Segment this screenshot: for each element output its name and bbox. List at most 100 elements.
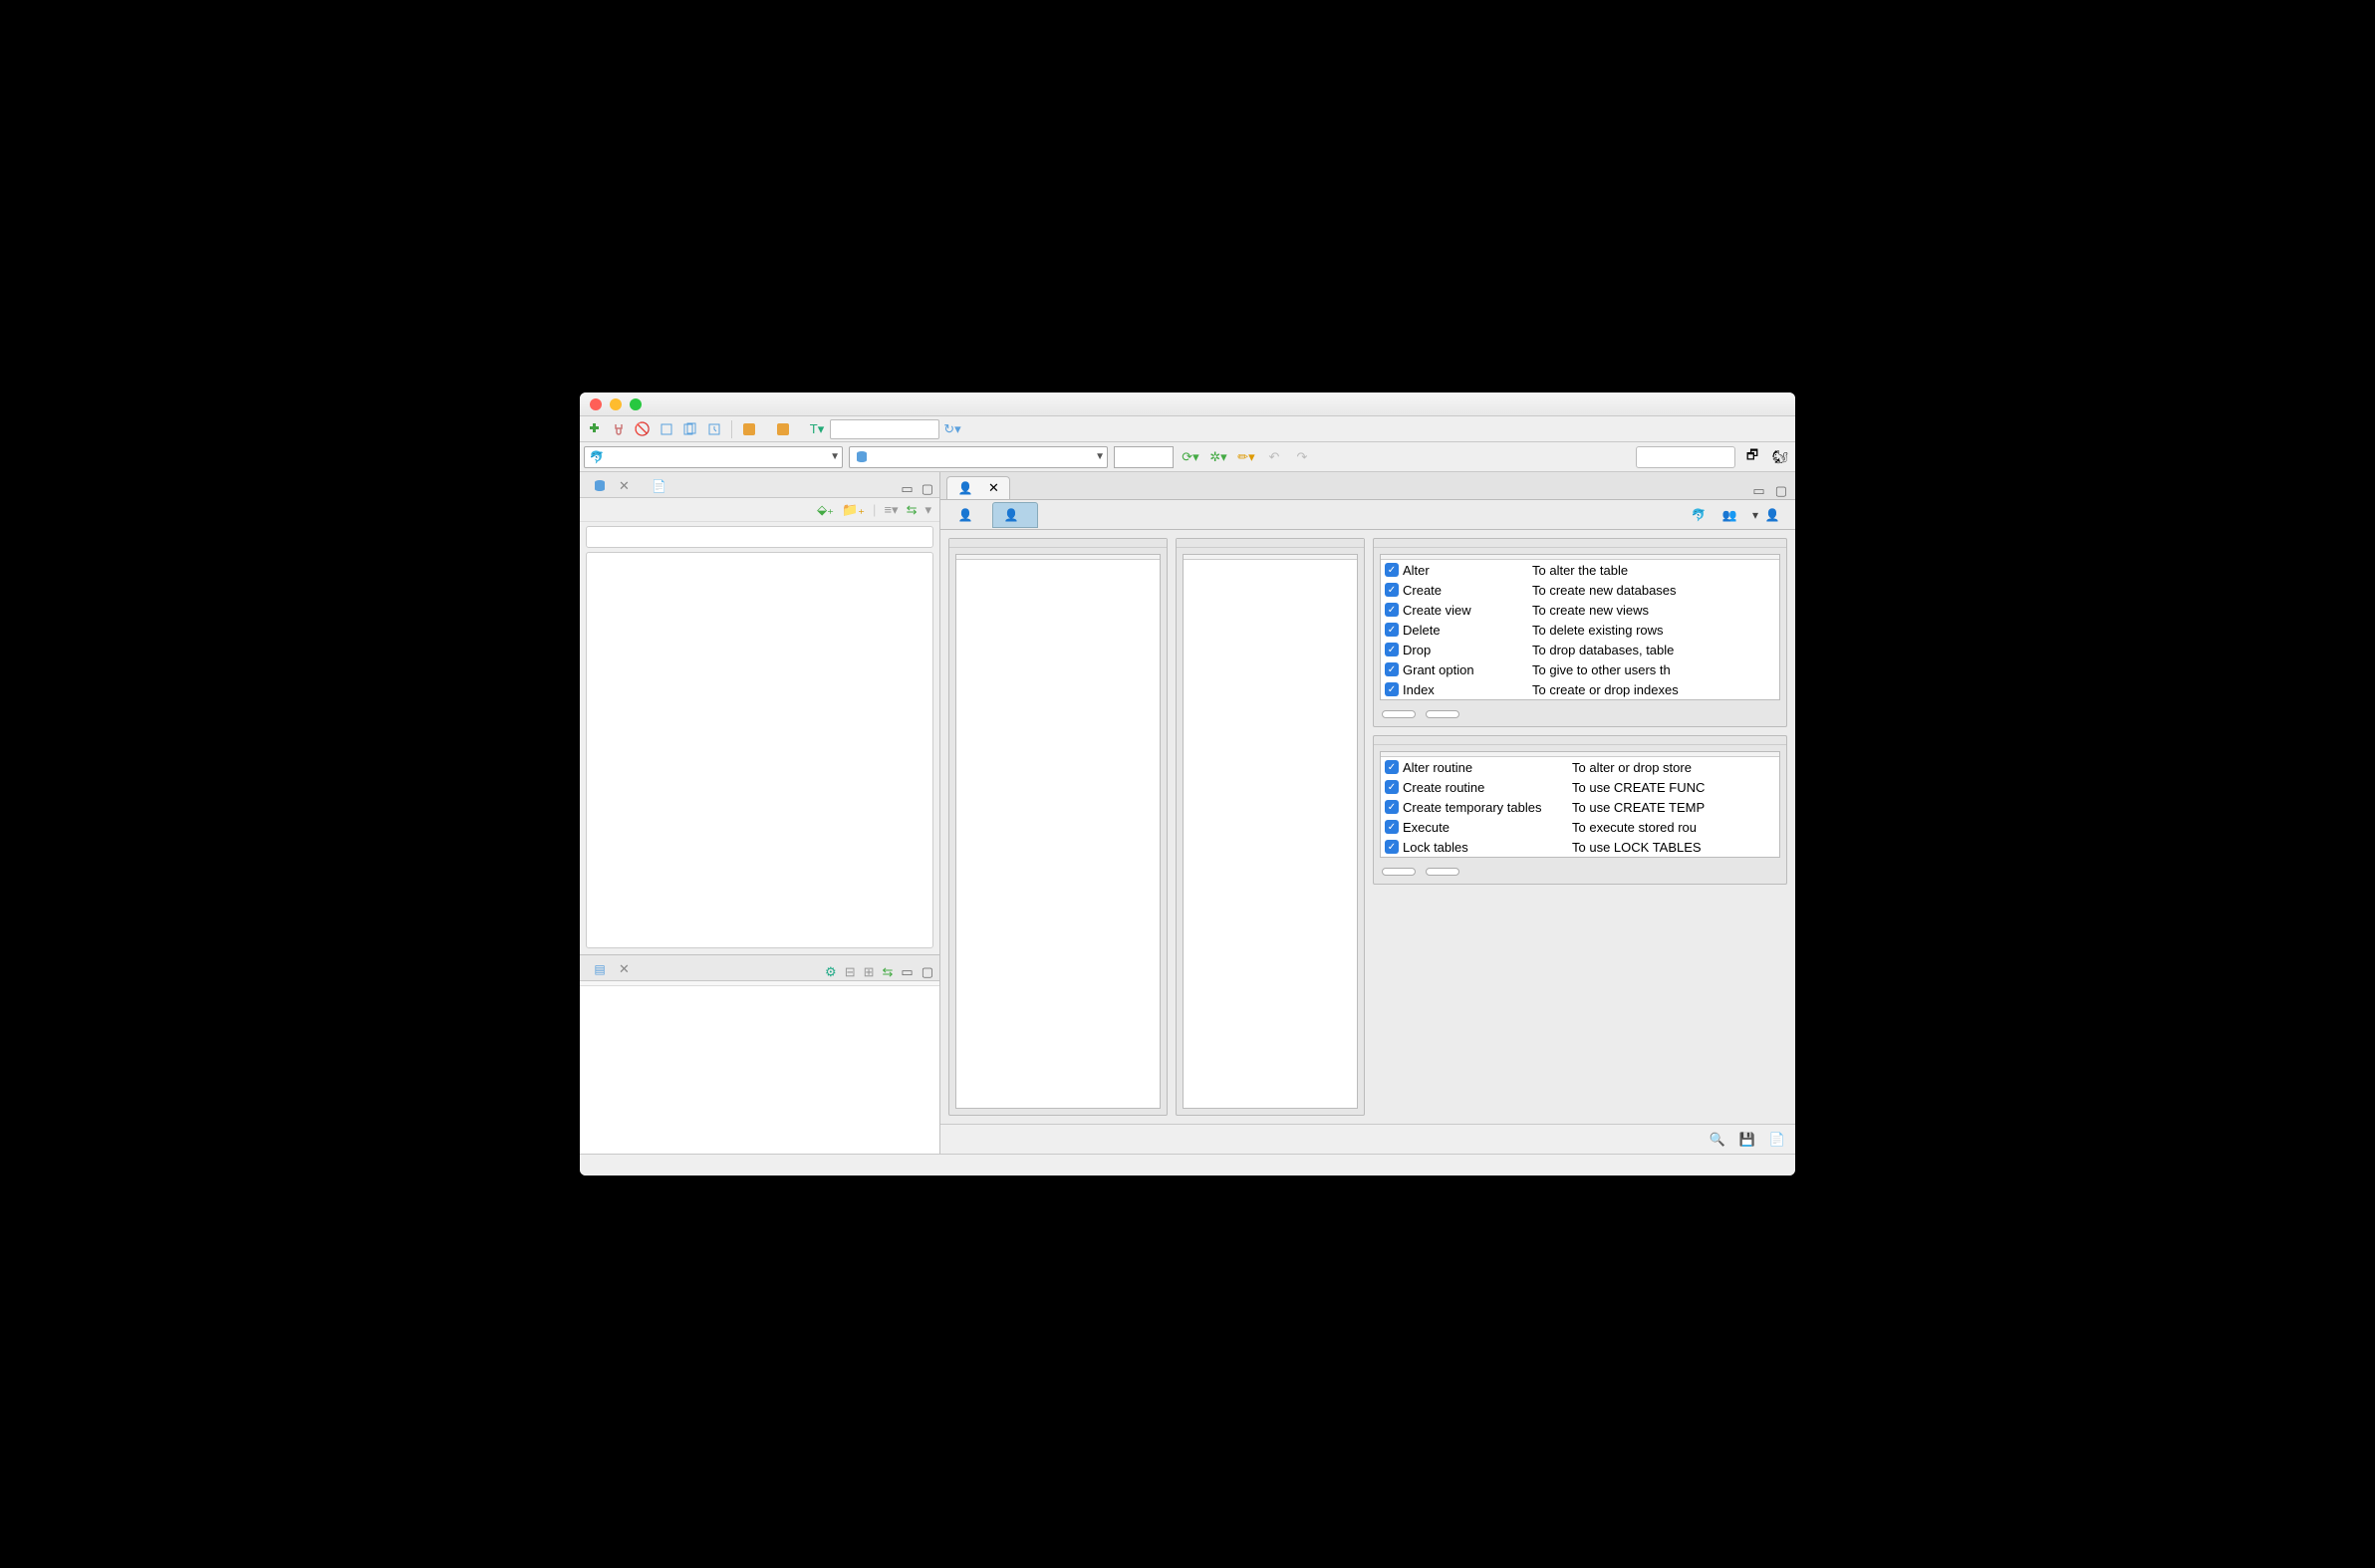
- undo-icon[interactable]: ↶: [1263, 447, 1285, 467]
- checkbox[interactable]: ✓: [1385, 603, 1399, 617]
- minimize-icon[interactable]: ▭: [901, 481, 913, 497]
- minimize-window-button[interactable]: [610, 398, 622, 410]
- privilege-row[interactable]: ✓IndexTo create or drop indexes: [1381, 679, 1779, 699]
- checkbox[interactable]: ✓: [1385, 820, 1399, 834]
- privilege-row[interactable]: ✓CreateTo create new databases: [1381, 580, 1779, 600]
- navigator-tree[interactable]: [586, 552, 933, 948]
- project-tree[interactable]: [580, 986, 939, 1154]
- privilege-row[interactable]: ✓Create temporary tablesTo use CREATE TE…: [1381, 797, 1779, 817]
- database-combo[interactable]: ▼: [849, 446, 1108, 468]
- connection-combo[interactable]: 🐬 ▼: [584, 446, 843, 468]
- status-bar: [580, 1154, 1795, 1176]
- table-privileges-list[interactable]: ✓AlterTo alter the table✓CreateTo create…: [1381, 560, 1779, 699]
- rows-limit-input[interactable]: [1114, 446, 1174, 468]
- minimize-icon[interactable]: ▭: [901, 964, 913, 980]
- catalogs-list[interactable]: [956, 560, 1160, 1108]
- close-icon[interactable]: ✕: [988, 480, 999, 496]
- link-icon[interactable]: ⇆: [883, 964, 894, 980]
- expand-icon[interactable]: ⊞: [864, 964, 875, 980]
- close-icon[interactable]: ✕: [619, 478, 630, 494]
- catalogs-panel: [948, 538, 1168, 1116]
- catalogs-title: [949, 539, 1167, 548]
- checkbox[interactable]: ✓: [1385, 800, 1399, 814]
- commit-icon[interactable]: [738, 419, 760, 439]
- perspective-icon[interactable]: 🗗: [1741, 447, 1763, 467]
- checkbox[interactable]: ✓: [1385, 682, 1399, 696]
- users-icon: 👥: [1721, 507, 1737, 523]
- checkbox[interactable]: ✓: [1385, 840, 1399, 854]
- privilege-row[interactable]: ✓Lock tablesTo use LOCK TABLES: [1381, 837, 1779, 857]
- priv-col-privilege: [1381, 555, 1528, 559]
- breadcrumb: 🐬 👥 ▾ 👤: [1691, 507, 1789, 523]
- connection-toolbar: 🐬 ▼ ▼ ⟳▾ ✲▾ ✏▾ ↶ ↷ 🗗 🐿: [580, 442, 1795, 472]
- privilege-row[interactable]: ✓DeleteTo delete existing rows: [1381, 620, 1779, 640]
- checkbox[interactable]: ✓: [1385, 643, 1399, 656]
- checkbox[interactable]: ✓: [1385, 780, 1399, 794]
- maximize-icon[interactable]: ▢: [1775, 483, 1787, 499]
- tab-projects[interactable]: 📄: [646, 475, 680, 497]
- tab-database-navigator[interactable]: ✕: [586, 475, 636, 497]
- clear-all-button[interactable]: [1426, 710, 1459, 718]
- checkbox[interactable]: ✓: [1385, 662, 1399, 676]
- redo-icon[interactable]: ↷: [1291, 447, 1313, 467]
- filter-toolbar-icon[interactable]: ≡▾: [884, 502, 898, 518]
- stop-icon[interactable]: ✲▾: [1207, 447, 1229, 467]
- rollback-icon[interactable]: [772, 419, 794, 439]
- link-editor-icon[interactable]: ⇆: [907, 502, 918, 518]
- tables-list[interactable]: [1184, 560, 1357, 1108]
- privilege-row[interactable]: ✓Alter routineTo alter or drop store: [1381, 757, 1779, 777]
- clear-all-button[interactable]: [1426, 868, 1459, 876]
- collapse-all-icon[interactable]: ▾: [924, 502, 931, 518]
- maximize-icon[interactable]: ▢: [922, 964, 933, 980]
- search-icon[interactable]: 🔍: [1709, 1132, 1724, 1148]
- plug-icon[interactable]: [608, 419, 630, 439]
- privilege-row[interactable]: ✓Create viewTo create new views: [1381, 600, 1779, 620]
- recent-sql-icon[interactable]: [703, 419, 725, 439]
- privilege-row[interactable]: ✓Create routineTo use CREATE FUNC: [1381, 777, 1779, 797]
- catalogs-header: [956, 555, 968, 559]
- sql-script-icon[interactable]: [679, 419, 701, 439]
- tx-mode-icon[interactable]: T▾: [806, 419, 828, 439]
- tab-project-general[interactable]: ▤ ✕: [586, 958, 636, 980]
- privilege-row[interactable]: ✓AlterTo alter the table: [1381, 560, 1779, 580]
- quick-access-input[interactable]: [1636, 446, 1735, 468]
- editor-tab-demo[interactable]: 👤 ✕: [946, 476, 1010, 499]
- checkbox[interactable]: ✓: [1385, 563, 1399, 577]
- navigator-filter-input[interactable]: [586, 526, 933, 548]
- dbeaver-perspective-icon[interactable]: 🐿: [1769, 447, 1791, 467]
- privilege-row[interactable]: ✓DropTo drop databases, table: [1381, 640, 1779, 659]
- zoom-window-button[interactable]: [630, 398, 642, 410]
- tables-header: [1184, 555, 1195, 559]
- close-window-button[interactable]: [590, 398, 602, 410]
- tx-log-icon[interactable]: ↻▾: [941, 419, 963, 439]
- check-all-button[interactable]: [1382, 710, 1416, 718]
- sql-editor-icon[interactable]: [656, 419, 677, 439]
- subtab-properties[interactable]: 👤: [946, 502, 992, 528]
- subtab-schema-privileges[interactable]: 👤: [992, 502, 1038, 528]
- save-button[interactable]: 💾: [1739, 1132, 1755, 1148]
- new-folder-toolbar-icon[interactable]: 📁₊: [842, 502, 865, 518]
- check-all-button[interactable]: [1382, 868, 1416, 876]
- new-connection-toolbar-icon[interactable]: ⬙₊: [817, 502, 834, 518]
- database-icon: [854, 449, 870, 465]
- close-icon[interactable]: ✕: [619, 961, 630, 977]
- other-privileges-list[interactable]: ✓Alter routineTo alter or drop store✓Cre…: [1381, 757, 1779, 857]
- projects-icon: 📄: [652, 478, 667, 494]
- collapse-icon[interactable]: ⊟: [845, 964, 856, 980]
- refresh-icon[interactable]: ⟳▾: [1180, 447, 1201, 467]
- configure-icon[interactable]: ⚙: [825, 964, 837, 980]
- disconnect-icon[interactable]: 🚫: [632, 419, 654, 439]
- checkbox[interactable]: ✓: [1385, 623, 1399, 637]
- new-connection-icon[interactable]: [584, 419, 606, 439]
- privilege-row[interactable]: ✓Grant optionTo give to other users th: [1381, 659, 1779, 679]
- auto-commit-combo[interactable]: [830, 419, 939, 439]
- minimize-icon[interactable]: ▭: [1752, 483, 1764, 499]
- eraser-icon[interactable]: ✏▾: [1235, 447, 1257, 467]
- privilege-row[interactable]: ✓ExecuteTo execute stored rou: [1381, 817, 1779, 837]
- maximize-icon[interactable]: ▢: [922, 481, 933, 497]
- revert-button[interactable]: 📄: [1769, 1132, 1785, 1148]
- user-icon: 👤: [1003, 507, 1019, 523]
- tables-title: [1177, 539, 1364, 548]
- checkbox[interactable]: ✓: [1385, 583, 1399, 597]
- checkbox[interactable]: ✓: [1385, 760, 1399, 774]
